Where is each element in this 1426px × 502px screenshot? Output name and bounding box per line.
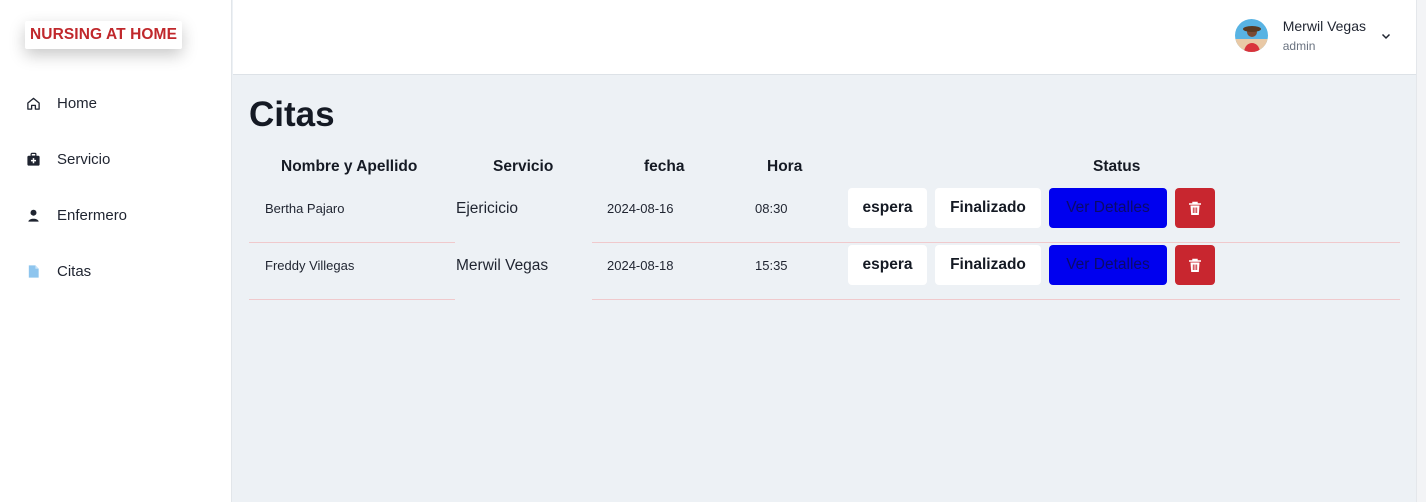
document-icon: [25, 263, 41, 279]
chevron-down-icon[interactable]: [1380, 29, 1392, 41]
trash-icon: [1189, 201, 1201, 215]
sidebar-item-servicio[interactable]: Servicio: [0, 131, 232, 187]
brand-logo[interactable]: NURSING AT HOME: [25, 21, 182, 49]
home-icon: [25, 95, 41, 111]
user-icon: [25, 207, 41, 223]
sidebar-nav: Home Servicio Enfermero Citas: [0, 75, 232, 299]
delete-button[interactable]: [1175, 245, 1215, 285]
avatar: [1234, 18, 1268, 52]
espera-button[interactable]: espera: [848, 188, 927, 228]
cell-servicio: Ejericicio: [456, 200, 519, 217]
user-menu[interactable]: Merwil Vegas admin: [1234, 16, 1392, 54]
column-header-status: Status: [1093, 158, 1141, 175]
scrollbar[interactable]: [1416, 0, 1426, 502]
column-header-servicio: Servicio: [493, 158, 554, 175]
cell-nombre: Freddy Villegas: [265, 258, 355, 273]
sidebar-item-citas[interactable]: Citas: [0, 243, 232, 299]
user-name: Merwil Vegas: [1282, 18, 1366, 34]
table-row: Freddy Villegas Merwil Vegas 2024-08-18 …: [249, 243, 1400, 300]
espera-button[interactable]: espera: [848, 245, 927, 285]
sidebar-item-enfermero[interactable]: Enfermero: [0, 187, 232, 243]
cell-hora: 15:35: [755, 258, 788, 273]
sidebar-item-label: Citas: [57, 262, 92, 280]
column-header-hora: Hora: [767, 158, 803, 175]
sidebar-item-label: Enfermero: [57, 206, 128, 224]
finalizado-button[interactable]: Finalizado: [935, 245, 1041, 285]
cell-nombre: Bertha Pajaro: [265, 201, 345, 216]
sidebar-item-label: Servicio: [57, 150, 111, 168]
finalizado-button[interactable]: Finalizado: [935, 188, 1041, 228]
top-bar: Merwil Vegas admin: [233, 0, 1416, 75]
page-title: Citas: [249, 95, 335, 134]
cell-servicio: Merwil Vegas: [456, 257, 549, 274]
sidebar-item-home[interactable]: Home: [0, 75, 232, 131]
cell-fecha: 2024-08-18: [607, 258, 674, 273]
trash-icon: [1189, 258, 1201, 272]
ver-detalles-button[interactable]: Ver Detalles: [1049, 188, 1167, 228]
main-content: Citas Nombre y Apellido Servicio fecha H…: [233, 75, 1416, 502]
cell-fecha: 2024-08-16: [607, 201, 674, 216]
table-row: Bertha Pajaro Ejericicio 2024-08-16 08:3…: [249, 186, 1400, 243]
user-role: admin: [1282, 39, 1316, 53]
column-header-fecha: fecha: [644, 158, 685, 175]
sidebar: NURSING AT HOME Home Servicio Enfermero …: [0, 0, 232, 502]
sidebar-item-label: Home: [57, 94, 98, 112]
column-header-nombre: Nombre y Apellido: [281, 158, 418, 175]
ver-detalles-button[interactable]: Ver Detalles: [1049, 245, 1167, 285]
medical-bag-icon: [25, 151, 41, 167]
cell-hora: 08:30: [755, 201, 788, 216]
delete-button[interactable]: [1175, 188, 1215, 228]
